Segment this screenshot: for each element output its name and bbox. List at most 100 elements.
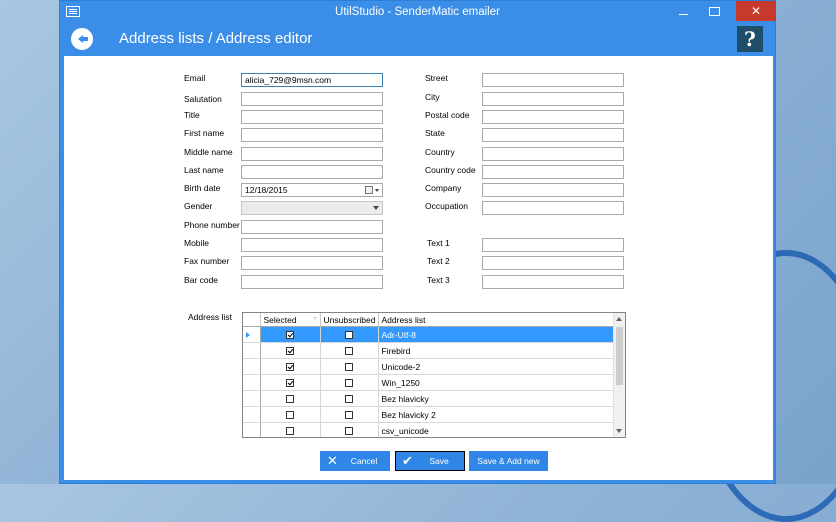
cancel-button[interactable]: ✕ Cancel (320, 451, 390, 471)
street-field[interactable] (482, 73, 624, 87)
scroll-down-icon[interactable] (616, 429, 622, 433)
selected-checkbox[interactable] (286, 331, 294, 340)
save-button[interactable]: ✔ Save (395, 451, 465, 471)
row-header[interactable] (243, 374, 261, 391)
unsubscribed-checkbox[interactable] (345, 379, 353, 388)
minimize-icon (678, 14, 688, 16)
address-list-table: Selected ▿ Unsubscribed Address list Adr-… (243, 313, 615, 437)
save-add-new-button[interactable]: Save & Add new (469, 451, 548, 471)
window-title: UtilStudio - SenderMatic emailer (335, 6, 500, 18)
table-row[interactable]: csv_unicode (243, 422, 615, 437)
row-header[interactable] (243, 358, 261, 375)
table-row[interactable]: Adr-Utf-8 (243, 326, 615, 343)
country-code-label: Country code (425, 165, 476, 175)
address-list-name-cell[interactable]: Adr-Utf-8 (378, 326, 615, 343)
column-header-unsubscribed[interactable]: Unsubscribed (320, 313, 379, 327)
scroll-thumb[interactable] (616, 327, 623, 385)
text-3-field[interactable] (482, 275, 624, 289)
email-field[interactable]: alicia_729@9msn.com (241, 73, 383, 87)
column-header-selected[interactable]: Selected ▿ (260, 313, 321, 327)
maximize-button[interactable] (701, 1, 727, 21)
table-header-row: Selected ▿ Unsubscribed Address list (243, 313, 615, 327)
mobile-field[interactable] (241, 238, 383, 252)
page-title: Address lists / Address editor (119, 30, 313, 47)
unsubscribed-checkbox[interactable] (345, 347, 353, 356)
birth-date-picker[interactable]: 12/18/2015 (241, 183, 383, 197)
maximize-icon (708, 7, 720, 17)
row-header[interactable] (243, 406, 261, 423)
country-field[interactable] (482, 147, 624, 161)
last-name-field[interactable] (241, 165, 383, 179)
close-icon: ✕ (750, 4, 762, 18)
first-name-field[interactable] (241, 128, 383, 142)
selected-checkbox[interactable] (286, 363, 294, 372)
save-add-new-button-label: Save & Add new (477, 456, 540, 466)
page-header: Address lists / Address editor ? (64, 24, 771, 56)
last-name-label: Last name (184, 165, 224, 175)
occupation-field[interactable] (482, 201, 624, 215)
selected-checkbox[interactable] (286, 347, 294, 356)
address-list-name-cell[interactable]: Bez hlavicky 2 (378, 406, 615, 423)
row-header[interactable] (243, 422, 261, 437)
table-row[interactable]: Firebird (243, 342, 615, 359)
gender-select[interactable] (241, 201, 383, 215)
title-label: Title (184, 110, 200, 120)
middle-name-field[interactable] (241, 147, 383, 161)
app-window: UtilStudio - SenderMatic emailer ✕ Addre… (59, 0, 776, 484)
state-field[interactable] (482, 128, 624, 142)
address-list-grid[interactable]: Selected ▿ Unsubscribed Address list Adr-… (242, 312, 626, 438)
address-list-name-cell[interactable]: csv_unicode (378, 422, 615, 437)
table-row[interactable]: Win_1250 (243, 374, 615, 391)
table-row[interactable]: Bez hlavicky 2 (243, 406, 615, 423)
chevron-down-icon (373, 206, 379, 210)
address-list-name-cell[interactable]: Unicode-2 (378, 358, 615, 375)
address-list-name-cell[interactable]: Bez hlavicky (378, 390, 615, 407)
table-row[interactable]: Bez hlavicky (243, 390, 615, 407)
row-header[interactable] (243, 326, 261, 343)
column-header-address-list[interactable]: Address list (378, 313, 615, 327)
grid-scrollbar[interactable] (613, 313, 625, 437)
address-list-name-cell[interactable]: Win_1250 (378, 374, 615, 391)
city-field[interactable] (482, 92, 624, 106)
table-row[interactable]: Unicode-2 (243, 358, 615, 375)
chevron-down-icon[interactable] (375, 189, 379, 192)
address-list-label: Address list (188, 312, 232, 322)
company-field[interactable] (482, 183, 624, 197)
back-arrow-icon[interactable] (71, 28, 93, 50)
help-button[interactable]: ? (737, 26, 763, 52)
postal-code-field[interactable] (482, 110, 624, 124)
calendar-icon[interactable] (365, 186, 373, 194)
row-header[interactable] (243, 342, 261, 359)
selected-checkbox[interactable] (286, 411, 294, 420)
close-icon: ✕ (327, 453, 338, 468)
selected-checkbox[interactable] (286, 379, 294, 388)
fax-number-field[interactable] (241, 256, 383, 270)
selected-checkbox[interactable] (286, 395, 294, 404)
address-list-name-cell[interactable]: Firebird (378, 342, 615, 359)
unsubscribed-checkbox[interactable] (345, 395, 353, 404)
unsubscribed-checkbox[interactable] (345, 363, 353, 372)
text-1-field[interactable] (482, 238, 624, 252)
minimize-button[interactable] (670, 1, 696, 21)
text-2-label: Text 2 (427, 256, 450, 266)
phone-number-field[interactable] (241, 220, 383, 234)
unsubscribed-checkbox[interactable] (345, 427, 353, 436)
fax-number-label: Fax number (184, 256, 230, 266)
title-bar: UtilStudio - SenderMatic emailer ✕ (60, 1, 776, 24)
title-field[interactable] (241, 110, 383, 124)
close-button[interactable]: ✕ (736, 1, 776, 21)
phone-number-label: Phone number (184, 220, 240, 230)
unsubscribed-cell (320, 390, 379, 407)
selected-cell (260, 358, 321, 375)
salutation-field[interactable] (241, 92, 383, 106)
editor-panel: Email Salutation Title First name Middle… (64, 56, 773, 480)
row-header[interactable] (243, 390, 261, 407)
bar-code-field[interactable] (241, 275, 383, 289)
text-2-field[interactable] (482, 256, 624, 270)
selected-checkbox[interactable] (286, 427, 294, 436)
unsubscribed-checkbox[interactable] (345, 411, 353, 420)
unsubscribed-checkbox[interactable] (345, 331, 353, 340)
country-code-field[interactable] (482, 165, 624, 179)
scroll-up-icon[interactable] (616, 317, 622, 321)
city-label: City (425, 92, 440, 102)
